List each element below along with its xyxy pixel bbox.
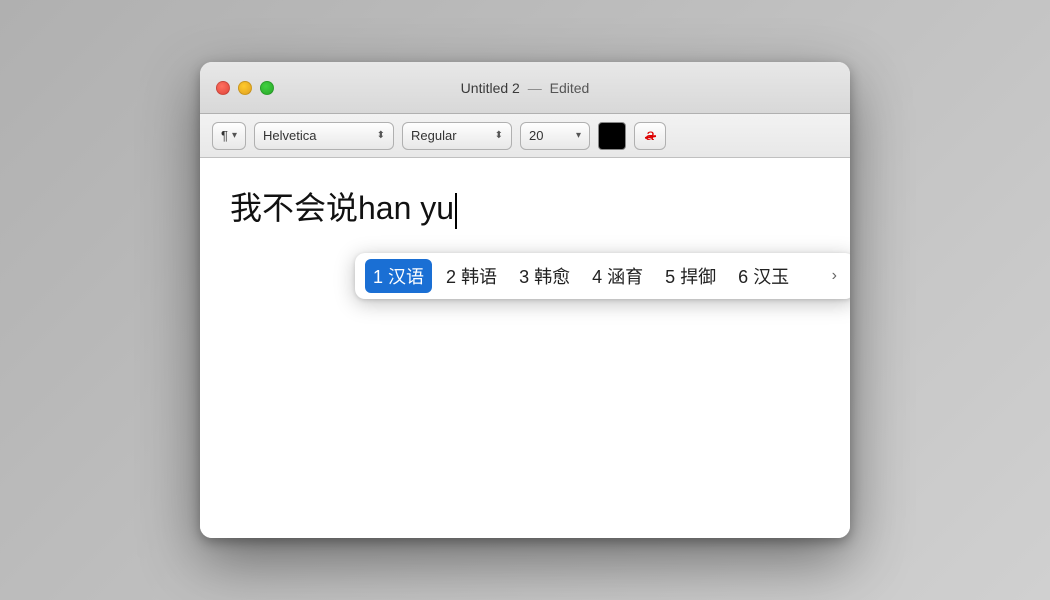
ime-candidate-2[interactable]: 2 韩语 [438, 259, 505, 293]
ime-candidate-2-index: 2 [446, 267, 456, 287]
font-size-select[interactable]: 20 ▾ [520, 122, 590, 150]
ime-candidate-6[interactable]: 6 汉玉 [730, 259, 797, 293]
font-family-value: Helvetica [263, 128, 316, 143]
paragraph-icon: ¶ [221, 128, 228, 143]
ime-candidate-5-char: 捍御 [680, 267, 716, 287]
app-window: Untitled 2 — Edited ¶ ▾ Helvetica ⬍ Regu… [200, 62, 850, 538]
ime-expand-button[interactable]: › [824, 263, 845, 289]
ime-expand-icon: › [832, 267, 837, 284]
font-style-value: Regular [411, 128, 457, 143]
ime-candidate-4[interactable]: 4 涵育 [584, 259, 651, 293]
ime-candidate-popup[interactable]: 1 汉语 2 韩语 3 韩愈 4 涵育 5 捍御 6 汉玉 [355, 253, 850, 299]
ime-candidate-2-char: 韩语 [461, 267, 497, 287]
strikethrough-icon: a [646, 127, 655, 145]
maximize-button[interactable] [260, 81, 274, 95]
ime-candidate-4-char: 涵育 [607, 267, 643, 287]
ime-candidate-5-index: 5 [665, 267, 675, 287]
ime-candidate-4-index: 4 [592, 267, 602, 287]
font-family-select[interactable]: Helvetica ⬍ [254, 122, 394, 150]
ime-candidate-3[interactable]: 3 韩愈 [511, 259, 578, 293]
ime-candidate-5[interactable]: 5 捍御 [657, 259, 724, 293]
document-content[interactable]: 我不会说han yu 1 汉语 2 韩语 3 韩愈 4 涵育 5 捍御 [200, 158, 850, 538]
font-size-chevron-icon: ▾ [576, 130, 581, 141]
font-style-chevron-icon: ⬍ [495, 130, 503, 141]
text-color-swatch[interactable] [598, 122, 626, 150]
paragraph-button[interactable]: ¶ ▾ [212, 122, 246, 150]
ime-candidate-1-char: 汉语 [388, 267, 424, 287]
edited-label: Edited [550, 80, 590, 96]
ime-candidate-6-index: 6 [738, 267, 748, 287]
traffic-lights [216, 81, 274, 95]
strikethrough-button[interactable]: a [634, 122, 666, 150]
ime-candidate-3-index: 3 [519, 267, 529, 287]
minimize-button[interactable] [238, 81, 252, 95]
ime-candidate-1-index: 1 [373, 267, 383, 287]
font-style-select[interactable]: Regular ⬍ [402, 122, 512, 150]
window-title: Untitled 2 — Edited [461, 80, 590, 96]
document-title: Untitled 2 [461, 80, 520, 96]
ime-candidate-1[interactable]: 1 汉语 [365, 259, 432, 293]
ime-candidate-6-char: 汉玉 [753, 267, 789, 287]
font-family-chevron-icon: ⬍ [377, 130, 385, 141]
titlebar: Untitled 2 — Edited [200, 62, 850, 114]
title-separator: — [528, 80, 542, 96]
text-body: 我不会说han yu [230, 188, 820, 230]
font-size-value: 20 [529, 128, 543, 143]
paragraph-chevron-icon: ▾ [232, 130, 237, 141]
ime-candidate-3-char: 韩愈 [534, 267, 570, 287]
text-cursor [455, 193, 457, 229]
toolbar: ¶ ▾ Helvetica ⬍ Regular ⬍ 20 ▾ a [200, 114, 850, 158]
text-display: 我不会说han yu [230, 190, 454, 226]
close-button[interactable] [216, 81, 230, 95]
